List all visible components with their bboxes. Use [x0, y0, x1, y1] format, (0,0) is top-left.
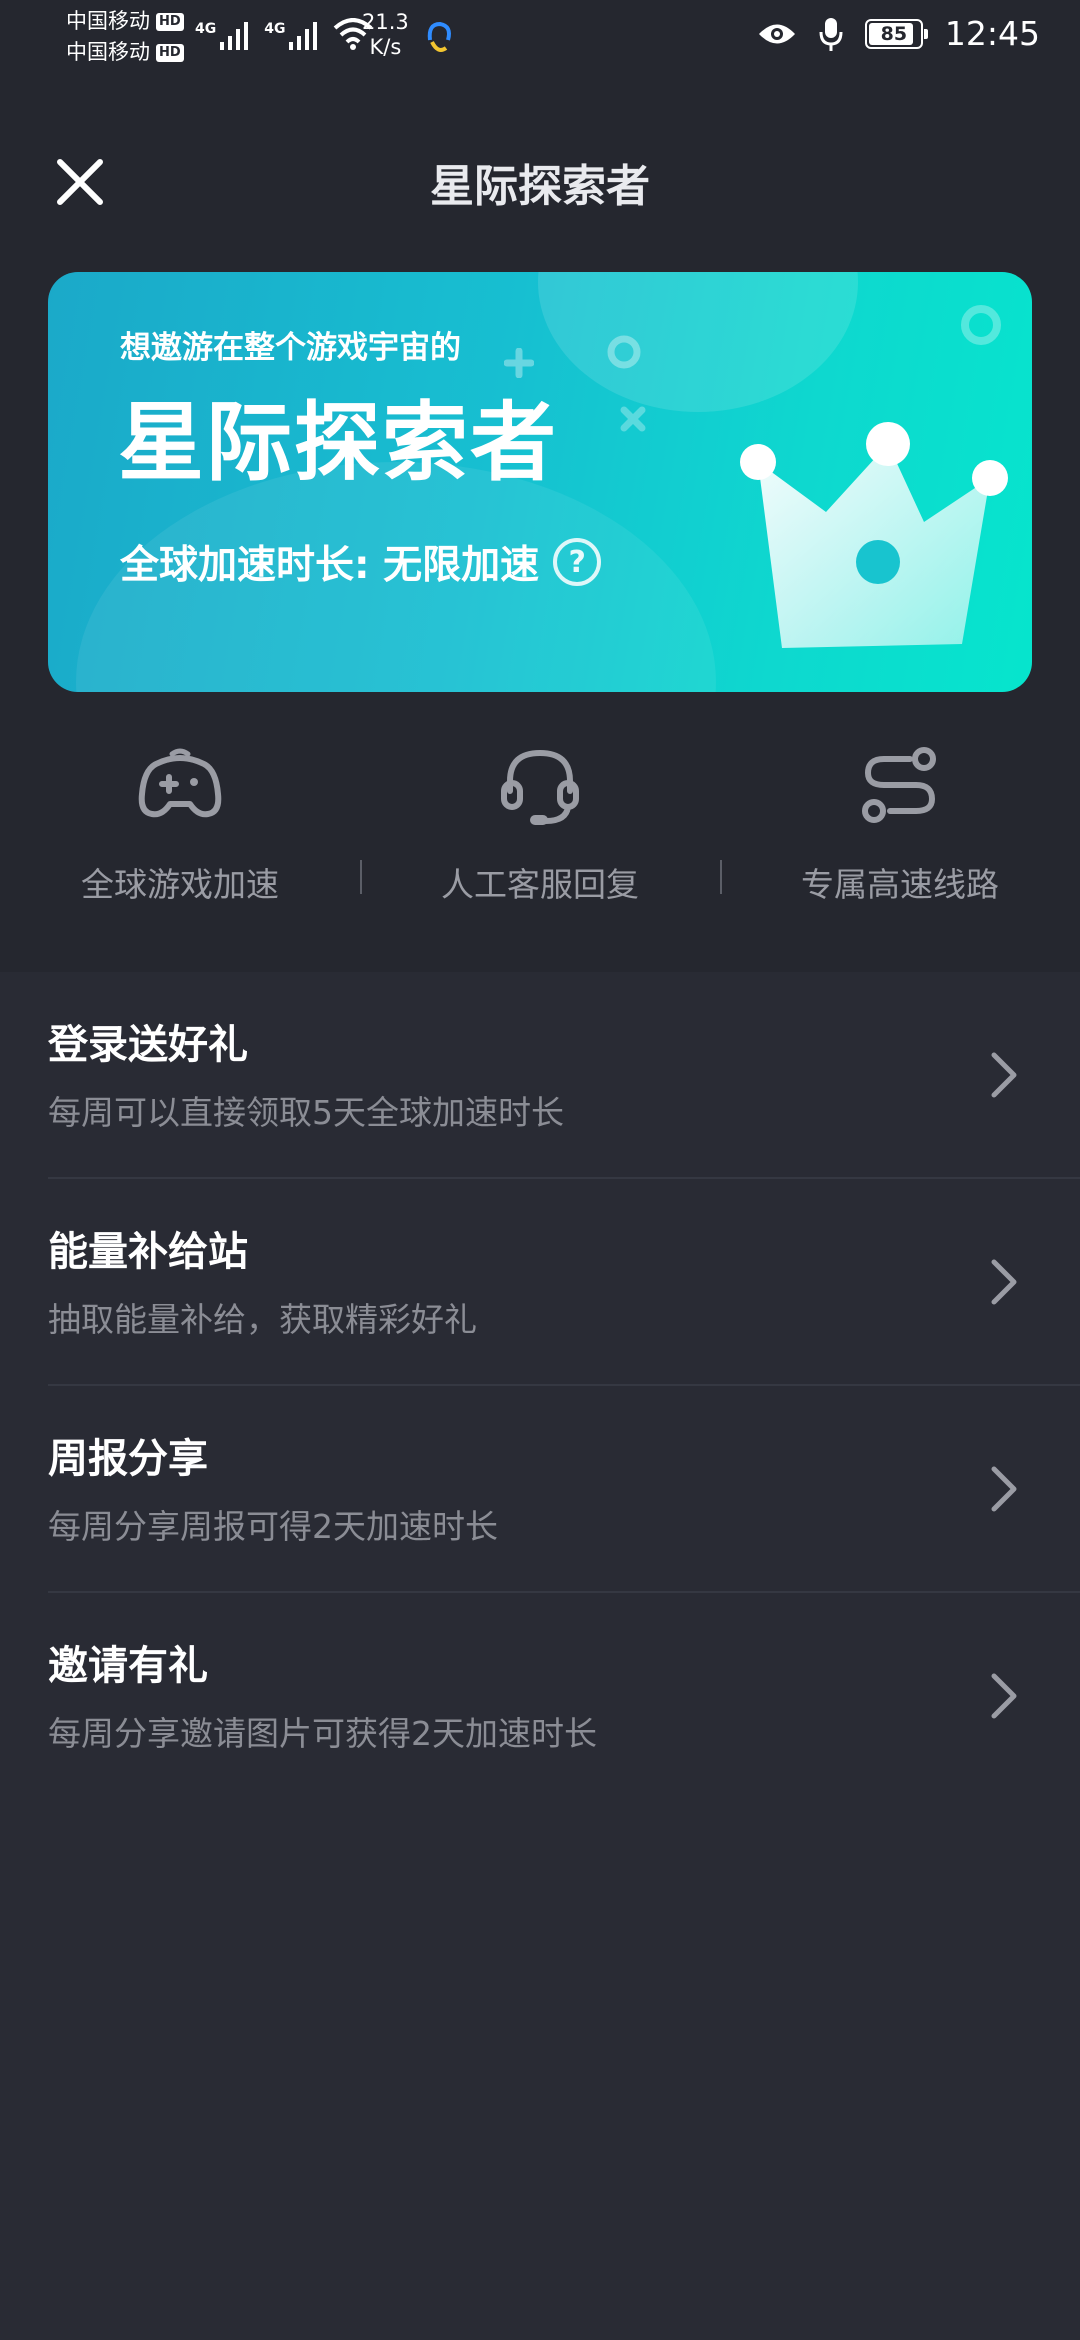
list-item-subtitle: 每周可以直接领取5天全球加速时长 [48, 1093, 564, 1132]
list-item-title: 周报分享 [48, 1436, 208, 1482]
status-bar: 中国移动 HD 中国移动 HD 4G 4G 21.3 K/s 85 12:45 [0, 0, 1080, 76]
banner-subtitle: 想遨游在整个游戏宇宙的 [120, 330, 461, 366]
banner-title: 星际探索者 [118, 393, 558, 493]
eye-icon [758, 24, 795, 43]
feature-human-support: 人工客服回复 [390, 730, 690, 906]
ring-decoration-icon [607, 335, 641, 369]
list-item-subtitle: 每周分享周报可得2天加速时长 [48, 1507, 498, 1546]
assistant-icon [427, 21, 451, 52]
feature-label: 人工客服回复 [441, 865, 639, 904]
list-item-subtitle: 每周分享邀请图片可获得2天加速时长 [48, 1714, 597, 1753]
feature-dedicated-route: 专属高速线路 [750, 730, 1050, 906]
microphone-icon [819, 17, 843, 51]
gamepad-icon [138, 748, 222, 818]
cross-decoration-icon [620, 406, 646, 432]
list-item-title: 登录送好礼 [48, 1022, 248, 1068]
feature-label: 专属高速线路 [801, 865, 999, 904]
chevron-right-icon [984, 1254, 1024, 1310]
feature-label: 全球游戏加速 [81, 865, 279, 904]
list-item-title: 能量补给站 [48, 1229, 248, 1275]
battery-indicator: 85 [864, 18, 928, 49]
ring-decoration-icon-2 [961, 305, 1001, 345]
hd-badge-1: HD [156, 12, 184, 31]
list-item-title: 邀请有礼 [48, 1643, 208, 1689]
feature-row: 全球游戏加速 人工客服回复 专属高速线路 [0, 730, 1080, 930]
list-item-subtitle: 抽取能量补给，获取精彩好礼 [48, 1300, 477, 1339]
crown-icon [740, 422, 1008, 648]
network-type-2: 4G [264, 21, 286, 37]
chevron-right-icon [984, 1461, 1024, 1517]
acceleration-duration: 全球加速时长: 无限加速 ? [120, 534, 602, 590]
list-item-login-gift[interactable]: 登录送好礼 每周可以直接领取5天全球加速时长 [48, 972, 1080, 1179]
network-speed: 21.3 K/s [362, 10, 409, 60]
battery-level: 85 [880, 22, 908, 45]
feature-global-game-acceleration: 全球游戏加速 [30, 730, 330, 906]
page-title: 星际探索者 [430, 161, 650, 212]
network-type-1: 4G [195, 21, 217, 37]
help-icon[interactable]: ? [553, 538, 602, 586]
signal-2: 4G [264, 20, 321, 50]
headset-icon [501, 749, 579, 825]
list-item-invite-gift[interactable]: 邀请有礼 每周分享邀请图片可获得2天加速时长 [48, 1593, 1080, 1800]
route-icon [862, 747, 936, 823]
speed-value: 21.3 [362, 10, 409, 34]
speed-unit: K/s [369, 35, 402, 59]
carrier-info: 中国移动 HD 中国移动 HD [66, 6, 184, 68]
signal-1: 4G [195, 20, 252, 50]
benefit-list: 登录送好礼 每周可以直接领取5天全球加速时长 能量补给站 抽取能量补给，获取精彩… [0, 972, 1080, 2340]
carrier-2: 中国移动 [66, 40, 150, 64]
feature-divider [720, 860, 722, 894]
signal-bars-icon [220, 22, 249, 50]
network-signals: 4G 4G [195, 18, 373, 50]
list-item-weekly-report-share[interactable]: 周报分享 每周分享周报可得2天加速时长 [48, 1386, 1080, 1593]
carrier-1: 中国移动 [66, 9, 150, 33]
membership-banner: 想遨游在整个游戏宇宙的 星际探索者 全球加速时长: 无限加速 ? [48, 272, 1032, 692]
clock: 12:45 [944, 14, 1040, 53]
signal-bars-icon [289, 22, 318, 50]
status-right: 85 12:45 [757, 14, 1040, 53]
chevron-right-icon [984, 1047, 1024, 1103]
feature-divider [360, 860, 362, 894]
chevron-right-icon [984, 1668, 1024, 1724]
list-item-energy-station[interactable]: 能量补给站 抽取能量补给，获取精彩好礼 [48, 1179, 1080, 1386]
hd-badge-2: HD [156, 43, 184, 62]
header: 星际探索者 [0, 120, 1080, 240]
duration-label: 全球加速时长: 无限加速 [120, 543, 540, 588]
